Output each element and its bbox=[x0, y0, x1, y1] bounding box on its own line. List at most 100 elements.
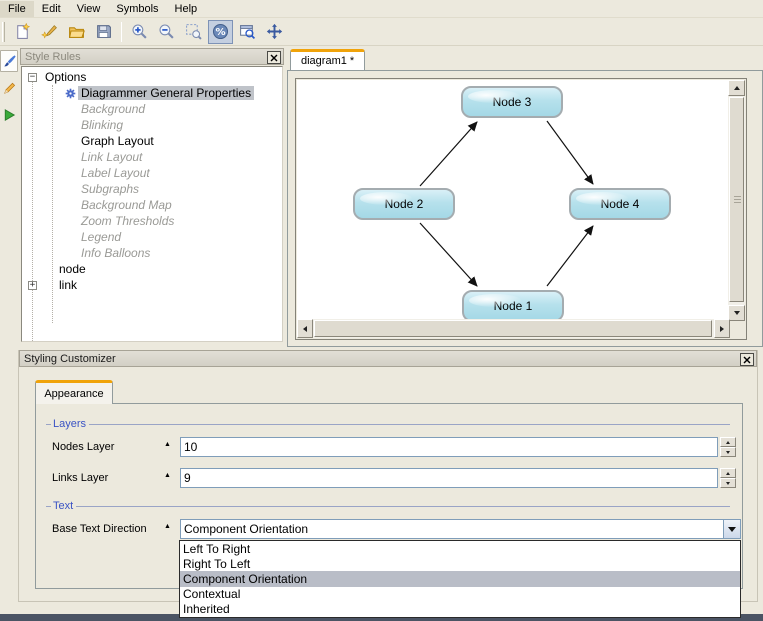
edge-node3-node4[interactable] bbox=[547, 121, 593, 184]
nodes-layer-input[interactable] bbox=[180, 437, 718, 457]
zoom-out-button[interactable] bbox=[154, 20, 179, 44]
spin-up-button[interactable] bbox=[720, 437, 736, 447]
tree-item-link[interactable]: + link bbox=[22, 277, 80, 293]
collapse-icon[interactable]: − bbox=[28, 73, 37, 82]
zoom-to-area-button[interactable] bbox=[181, 20, 206, 44]
styling-customizer-title: Styling Customizer bbox=[20, 353, 116, 365]
zoom-in-button[interactable] bbox=[127, 20, 152, 44]
tree-item-diagrammer-general-properties[interactable]: Diagrammer General Properties bbox=[22, 85, 254, 101]
tree-item-background[interactable]: Background bbox=[22, 101, 148, 117]
save-icon bbox=[95, 23, 112, 40]
menu-view[interactable]: View bbox=[69, 1, 109, 17]
tree-label: node bbox=[56, 262, 89, 276]
dropdown-option-contextual[interactable]: Contextual bbox=[180, 587, 740, 602]
spin-down-button[interactable] bbox=[720, 478, 736, 488]
dropdown-option-right-to-left[interactable]: Right To Left bbox=[180, 556, 740, 571]
scroll-left-button[interactable] bbox=[297, 319, 313, 338]
style-rules-titlebar[interactable]: Style Rules bbox=[20, 48, 284, 65]
links-layer-spinner bbox=[720, 468, 736, 488]
base-text-direction-row: Base Text Direction ▲ Component Orientat… bbox=[36, 519, 742, 539]
tree-label: Legend bbox=[78, 230, 124, 244]
tree-item-node[interactable]: node bbox=[22, 261, 89, 277]
tab-diagram1[interactable]: diagram1 * bbox=[290, 49, 365, 70]
menu-edit[interactable]: Edit bbox=[34, 1, 69, 17]
tab-label: diagram1 * bbox=[301, 55, 354, 67]
horizontal-scrollbar[interactable] bbox=[297, 319, 730, 338]
diagram-tab-body: Node 3 Node 2 Node 4 Node 1 bbox=[287, 70, 763, 347]
changed-marker-icon: ▲ bbox=[164, 441, 171, 448]
tree-item-link-layout[interactable]: Link Layout bbox=[22, 149, 145, 165]
dropdown-option-component-orientation[interactable]: Component Orientation bbox=[180, 571, 740, 586]
tab-appearance[interactable]: Appearance bbox=[35, 380, 113, 404]
links-layer-input[interactable] bbox=[180, 468, 718, 488]
vertical-scrollbar[interactable] bbox=[728, 80, 745, 321]
tree-label: Graph Layout bbox=[78, 134, 157, 148]
edge-node1-node4[interactable] bbox=[547, 226, 593, 286]
spin-down-button[interactable] bbox=[720, 447, 736, 457]
base-text-direction-label: Base Text Direction bbox=[52, 523, 147, 535]
new-document-button[interactable] bbox=[10, 20, 35, 44]
tree-label: Label Layout bbox=[78, 166, 153, 180]
horizontal-scroll-thumb[interactable] bbox=[314, 320, 712, 337]
toolbar-grip[interactable] bbox=[2, 22, 5, 42]
diagram-node-4[interactable]: Node 4 bbox=[569, 188, 671, 220]
style-brush-button[interactable] bbox=[0, 50, 18, 72]
style-rules-tree[interactable]: − Options Diagram bbox=[21, 66, 283, 342]
edit-pencil-button[interactable] bbox=[0, 77, 18, 99]
styling-customizer-titlebar[interactable]: Styling Customizer bbox=[19, 350, 757, 367]
scroll-down-button[interactable] bbox=[728, 305, 745, 321]
layers-group-header: Layers bbox=[46, 418, 730, 430]
tree-item-subgraphs[interactable]: Subgraphs bbox=[22, 181, 142, 197]
combobox-dropdown-button[interactable] bbox=[723, 520, 740, 538]
diagram-node-1[interactable]: Node 1 bbox=[462, 290, 564, 321]
base-text-direction-combobox[interactable]: Component Orientation bbox=[180, 519, 741, 539]
edit-pencil-icon bbox=[2, 80, 17, 96]
tree-label: Background Map bbox=[78, 198, 175, 212]
style-wizard-icon bbox=[41, 23, 58, 40]
tree-label: Blinking bbox=[78, 118, 126, 132]
edge-node2-node3[interactable] bbox=[420, 122, 477, 186]
group-label: Layers bbox=[53, 418, 89, 430]
zoom-percent-icon: % bbox=[212, 23, 229, 40]
run-button[interactable] bbox=[0, 104, 18, 126]
tree-item-options[interactable]: − Options bbox=[22, 69, 89, 85]
tree-item-zoom-thresholds[interactable]: Zoom Thresholds bbox=[22, 213, 177, 229]
main-toolbar: % bbox=[0, 18, 763, 46]
close-icon bbox=[270, 54, 278, 62]
svg-text:%: % bbox=[215, 27, 225, 38]
menu-bar: File Edit View Symbols Help bbox=[0, 0, 763, 18]
dropdown-option-inherited[interactable]: Inherited bbox=[180, 602, 740, 617]
dropdown-option-left-to-right[interactable]: Left To Right bbox=[180, 541, 740, 556]
vertical-scroll-thumb[interactable] bbox=[729, 97, 744, 302]
expand-icon[interactable]: + bbox=[28, 281, 37, 290]
tree-label: Link Layout bbox=[78, 150, 145, 164]
base-text-direction-dropdown-list: Left To Right Right To Left Component Or… bbox=[179, 540, 741, 618]
pan-button[interactable] bbox=[262, 20, 287, 44]
edge-node2-node1[interactable] bbox=[420, 223, 477, 286]
tree-item-info-balloons[interactable]: Info Balloons bbox=[22, 245, 153, 261]
style-brush-icon bbox=[2, 53, 17, 69]
tree-item-background-map[interactable]: Background Map bbox=[22, 197, 175, 213]
close-icon bbox=[743, 356, 751, 364]
overview-window-button[interactable] bbox=[235, 20, 260, 44]
diagram-node-3[interactable]: Node 3 bbox=[461, 86, 563, 118]
tree-item-legend[interactable]: Legend bbox=[22, 229, 124, 245]
tree-item-label-layout[interactable]: Label Layout bbox=[22, 165, 153, 181]
scroll-right-button[interactable] bbox=[714, 319, 730, 338]
style-wizard-button[interactable] bbox=[37, 20, 62, 44]
style-rules-close-button[interactable] bbox=[267, 51, 281, 64]
tree-item-blinking[interactable]: Blinking bbox=[22, 117, 126, 133]
menu-symbols[interactable]: Symbols bbox=[108, 1, 166, 17]
zoom-percent-button[interactable]: % bbox=[208, 20, 233, 44]
diagram-node-2[interactable]: Node 2 bbox=[353, 188, 455, 220]
save-button[interactable] bbox=[91, 20, 116, 44]
diagram-canvas[interactable]: Node 3 Node 2 Node 4 Node 1 bbox=[297, 80, 730, 321]
menu-file[interactable]: File bbox=[0, 1, 34, 17]
changed-marker-icon: ▲ bbox=[164, 523, 171, 530]
open-button[interactable] bbox=[64, 20, 89, 44]
styling-customizer-close-button[interactable] bbox=[740, 353, 754, 366]
menu-help[interactable]: Help bbox=[167, 1, 206, 17]
tree-item-graph-layout[interactable]: Graph Layout bbox=[22, 133, 157, 149]
spin-up-button[interactable] bbox=[720, 468, 736, 478]
scroll-up-button[interactable] bbox=[728, 80, 745, 96]
